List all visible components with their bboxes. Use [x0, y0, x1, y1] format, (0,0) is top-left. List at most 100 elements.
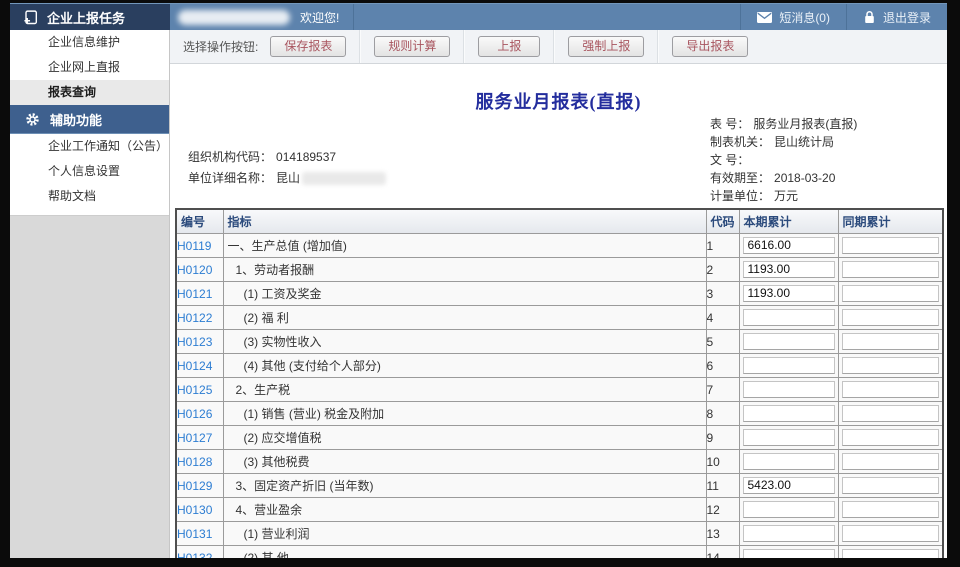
- row-id-link[interactable]: H0121: [177, 287, 212, 301]
- meta-label: 文 号：: [710, 153, 749, 167]
- prior-period-input[interactable]: [842, 333, 940, 350]
- row-code-cell: 5: [706, 330, 739, 354]
- prior-period-input[interactable]: [842, 477, 940, 494]
- row-indicator-cell: (3) 实物性收入: [223, 330, 706, 354]
- current-period-input[interactable]: [743, 501, 835, 518]
- current-period-cell: 5423.00: [739, 474, 838, 498]
- row-indicator-cell: (2) 应交增值税: [223, 426, 706, 450]
- row-code-cell: 12: [706, 498, 739, 522]
- toolbar-button[interactable]: 上报: [478, 36, 540, 57]
- sidebar-section-aux[interactable]: 辅助功能: [10, 105, 169, 134]
- row-indicator-cell: 1、劳动者报酬: [223, 258, 706, 282]
- current-period-input[interactable]: 5423.00: [743, 477, 835, 494]
- toolbar-button[interactable]: 规则计算: [374, 36, 450, 57]
- column-header: 代码: [706, 209, 739, 234]
- table-row: H0124(4) 其他 (支付给个人部分)6: [176, 354, 943, 378]
- prior-period-input[interactable]: [842, 357, 940, 374]
- toolbar-separator: [553, 30, 555, 63]
- row-indicator-cell: 2、生产税: [223, 378, 706, 402]
- row-id-link[interactable]: H0129: [177, 479, 212, 493]
- sidebar-item[interactable]: 个人信息设置: [10, 159, 169, 184]
- table-row: H01293、固定资产折旧 (当年数)115423.00: [176, 474, 943, 498]
- sidebar-item[interactable]: 帮助文档: [10, 184, 169, 209]
- current-period-input[interactable]: [743, 453, 835, 470]
- sidebar-item[interactable]: 企业网上直报: [10, 55, 169, 80]
- sidebar-item[interactable]: 企业信息维护: [10, 30, 169, 55]
- row-code-cell: 7: [706, 378, 739, 402]
- row-id-link[interactable]: H0123: [177, 335, 212, 349]
- current-period-input[interactable]: [743, 381, 835, 398]
- row-id-link[interactable]: H0120: [177, 263, 212, 277]
- row-code-cell: 6: [706, 354, 739, 378]
- row-id-link[interactable]: H0122: [177, 311, 212, 325]
- toolbar-button[interactable]: 强制上报: [568, 36, 644, 57]
- toolbar-button[interactable]: 保存报表: [270, 36, 346, 57]
- table-row: H0119一、生产总值 (增加值)16616.00: [176, 234, 943, 258]
- prior-period-input[interactable]: [842, 309, 940, 326]
- row-id-link[interactable]: H0125: [177, 383, 212, 397]
- prior-period-input[interactable]: [842, 381, 940, 398]
- current-period-input[interactable]: [743, 549, 835, 558]
- row-id-link[interactable]: H0132: [177, 551, 212, 559]
- prior-period-cell: [838, 330, 943, 354]
- row-id-link[interactable]: H0128: [177, 455, 212, 469]
- current-period-input[interactable]: [743, 405, 835, 422]
- prior-period-input[interactable]: [842, 237, 940, 254]
- messages-button[interactable]: 短消息(0): [740, 4, 846, 30]
- current-period-input[interactable]: [743, 309, 835, 326]
- row-id-link[interactable]: H0130: [177, 503, 212, 517]
- current-period-input[interactable]: 6616.00: [743, 237, 835, 254]
- prior-period-input[interactable]: [842, 261, 940, 278]
- row-code-cell: 9: [706, 426, 739, 450]
- prior-period-cell: [838, 378, 943, 402]
- prior-period-input[interactable]: [842, 501, 940, 518]
- row-id-link[interactable]: H0119: [177, 239, 211, 253]
- row-id-link[interactable]: H0124: [177, 359, 212, 373]
- prior-period-cell: [838, 426, 943, 450]
- report-meta-left: 组织机构代码：014189537 单位详细名称：昆山: [188, 147, 386, 189]
- report-table: 编号指标代码本期累计同期累计 H0119一、生产总值 (增加值)16616.00…: [175, 208, 944, 558]
- row-id-cell: H0128: [176, 450, 223, 474]
- prior-period-input[interactable]: [842, 429, 940, 446]
- meta-label: 有效期至：: [710, 171, 770, 185]
- current-period-input[interactable]: 1193.00: [743, 261, 835, 278]
- sidebar-item[interactable]: 报表查询: [10, 80, 169, 105]
- meta-value: 服务业月报表(直报): [753, 117, 857, 131]
- current-period-input[interactable]: [743, 429, 835, 446]
- current-period-cell: 6616.00: [739, 234, 838, 258]
- prior-period-input[interactable]: [842, 525, 940, 542]
- row-indicator: 2、生产税: [224, 381, 706, 398]
- logout-label: 退出登录: [883, 9, 931, 26]
- row-id-link[interactable]: H0131: [177, 527, 212, 541]
- prior-period-cell: [838, 306, 943, 330]
- prior-period-cell: [838, 546, 943, 559]
- row-id-link[interactable]: H0127: [177, 431, 212, 445]
- prior-period-input[interactable]: [842, 285, 940, 302]
- table-row: H01201、劳动者报酬21193.00: [176, 258, 943, 282]
- gear-icon: [25, 112, 40, 127]
- current-period-input[interactable]: [743, 525, 835, 542]
- row-id-cell: H0131: [176, 522, 223, 546]
- current-period-input[interactable]: [743, 357, 835, 374]
- prior-period-input[interactable]: [842, 549, 940, 558]
- current-period-input[interactable]: 1193.00: [743, 285, 835, 302]
- column-header: 编号: [176, 209, 223, 234]
- row-id-cell: H0123: [176, 330, 223, 354]
- meta-line: 有效期至：2018-03-20: [710, 169, 857, 187]
- row-id-cell: H0130: [176, 498, 223, 522]
- prior-period-input[interactable]: [842, 453, 940, 470]
- row-id-link[interactable]: H0126: [177, 407, 212, 421]
- row-id-cell: H0126: [176, 402, 223, 426]
- row-indicator: 一、生产总值 (增加值): [224, 237, 706, 254]
- logout-button[interactable]: 退出登录: [846, 4, 947, 30]
- app-window: 企业上报任务 欢迎您! 短消息(0) 退出登录 企业信息维护企业网上直报报表查询: [10, 3, 947, 558]
- org-code-value: 014189537: [276, 150, 336, 164]
- current-period-input[interactable]: [743, 333, 835, 350]
- prior-period-input[interactable]: [842, 405, 940, 422]
- sidebar-item[interactable]: 企业工作通知（公告）: [10, 134, 169, 159]
- column-header: 同期累计: [838, 209, 943, 234]
- toolbar-button[interactable]: 导出报表: [672, 36, 748, 57]
- row-id-cell: H0127: [176, 426, 223, 450]
- row-indicator: (1) 营业利润: [224, 525, 706, 542]
- toolbar-separator: [657, 30, 659, 63]
